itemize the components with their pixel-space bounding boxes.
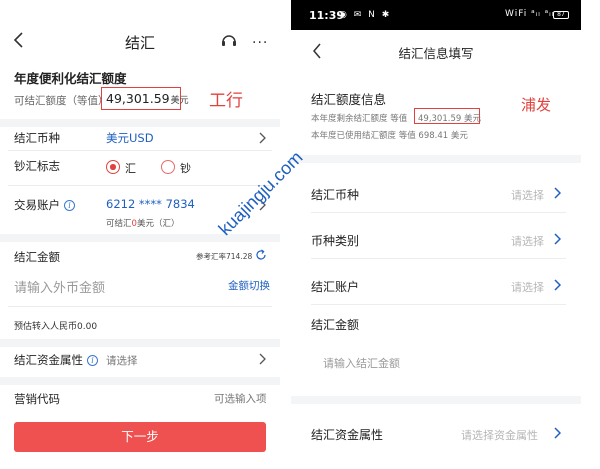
spdb-panel: 11:39 ◉ ✉ N ✱ WiFi ᵃᵢₗ ᵃᵢₗ 87 结汇信息填写 结汇额… <box>291 0 581 469</box>
quota-title: 年度便利化结汇额度 <box>14 71 127 86</box>
section-divider <box>0 339 280 347</box>
radio-remit[interactable] <box>106 160 120 174</box>
left-header: 结汇 ··· <box>0 0 280 58</box>
amount-input[interactable]: 请输入外币金额 <box>14 277 105 296</box>
section-divider <box>0 377 280 385</box>
quota-section-title: 结汇额度信息 <box>311 92 387 107</box>
settle-currency-label: 结汇币种 <box>311 188 360 202</box>
settle-account-label: 结汇账户 <box>311 280 360 294</box>
settle-amount-label: 结汇金额 <box>311 318 360 332</box>
row-divider <box>8 185 272 186</box>
section-divider <box>291 396 581 404</box>
section-divider <box>0 119 280 127</box>
quota-label: 可结汇额度（等值） <box>14 95 109 107</box>
fund-attr-label: 结汇资金属性 i <box>14 352 98 368</box>
settle-account-select[interactable]: 请选择 <box>511 279 544 295</box>
info-icon[interactable]: i <box>64 200 75 211</box>
page-title: 结汇 <box>124 34 155 52</box>
currency-label: 结汇币种 <box>14 131 60 145</box>
signal-icon: WiFi ᵃᵢₗ ᵃᵢₗ <box>505 9 555 19</box>
row-divider <box>8 306 272 307</box>
battery-icon: 87 <box>553 11 569 19</box>
reference-rate: 参考汇率714.28 <box>196 252 253 261</box>
marketing-code-input[interactable]: 可选输入项 <box>214 391 267 406</box>
section-divider <box>291 155 581 163</box>
row-divider <box>311 258 566 259</box>
currency-value[interactable]: 美元USD <box>106 130 154 146</box>
status-bar: 11:39 ◉ ✉ N ✱ WiFi ᵃᵢₗ ᵃᵢₗ 87 <box>291 0 581 30</box>
section-divider <box>0 234 280 242</box>
radio-remit-label: 汇 <box>125 162 136 175</box>
next-button[interactable]: 下一步 <box>14 422 266 452</box>
chevron-right-icon[interactable] <box>553 233 561 245</box>
cash-flag-label: 钞汇标志 <box>14 159 60 173</box>
fund-attr-label: 结汇资金属性 <box>311 428 384 442</box>
page-title: 结汇信息填写 <box>398 46 474 61</box>
info-icon[interactable]: i <box>87 355 98 366</box>
currency-type-label: 币种类别 <box>311 234 360 248</box>
bank-annotation-icbc: 工行 <box>209 91 243 111</box>
more-icon[interactable]: ··· <box>252 35 268 51</box>
quota-unit: 美元 <box>170 96 189 106</box>
used-quota: 本年度已使用结汇额度 等值 698.41 美元 <box>311 131 468 141</box>
account-label: 交易账户 i <box>14 197 75 213</box>
account-available: 可结汇0美元（汇） <box>106 219 180 229</box>
radio-cash-label: 钞 <box>180 162 191 175</box>
headset-icon[interactable] <box>220 31 238 49</box>
chevron-right-icon[interactable] <box>258 353 266 365</box>
marketing-code-label: 营销代码 <box>14 392 60 406</box>
fund-attr-select[interactable]: 请选择资金属性 <box>461 427 538 443</box>
quota-value: 49,301.59美元 <box>106 91 189 106</box>
estimated-cny: 预估转入人民币0.00 <box>14 322 98 332</box>
chevron-right-icon[interactable] <box>553 187 561 199</box>
refresh-icon[interactable] <box>255 249 267 261</box>
chevron-right-icon[interactable] <box>553 427 561 439</box>
row-divider <box>8 150 272 151</box>
account-number[interactable]: 6212 **** 7834 <box>106 197 195 211</box>
status-left-icons: ◉ ✉ N ✱ <box>339 10 392 20</box>
remaining-quota-value: 49,301.59 美元 <box>418 114 481 124</box>
row-divider <box>311 304 566 305</box>
chevron-right-icon[interactable] <box>258 132 266 144</box>
currency-type-select[interactable]: 请选择 <box>511 233 544 249</box>
icbc-panel: 结汇 ··· 年度便利化结汇额度 可结汇额度（等值） 49,301.59美元 工… <box>0 0 280 469</box>
radio-cash[interactable] <box>161 160 175 174</box>
remaining-quota-label: 本年度剩余结汇额度 等值 <box>311 114 408 124</box>
chevron-right-icon[interactable] <box>553 279 561 291</box>
fund-attr-select[interactable]: 请选择 <box>106 353 138 368</box>
settle-amount-input[interactable]: 请输入结汇金额 <box>323 355 400 371</box>
amount-label: 结汇金额 <box>14 250 60 264</box>
settle-currency-select[interactable]: 请选择 <box>511 187 544 203</box>
bank-annotation-spdb: 浦发 <box>521 96 552 114</box>
row-divider <box>311 212 566 213</box>
amount-switch-button[interactable]: 金额切换 <box>228 278 270 293</box>
